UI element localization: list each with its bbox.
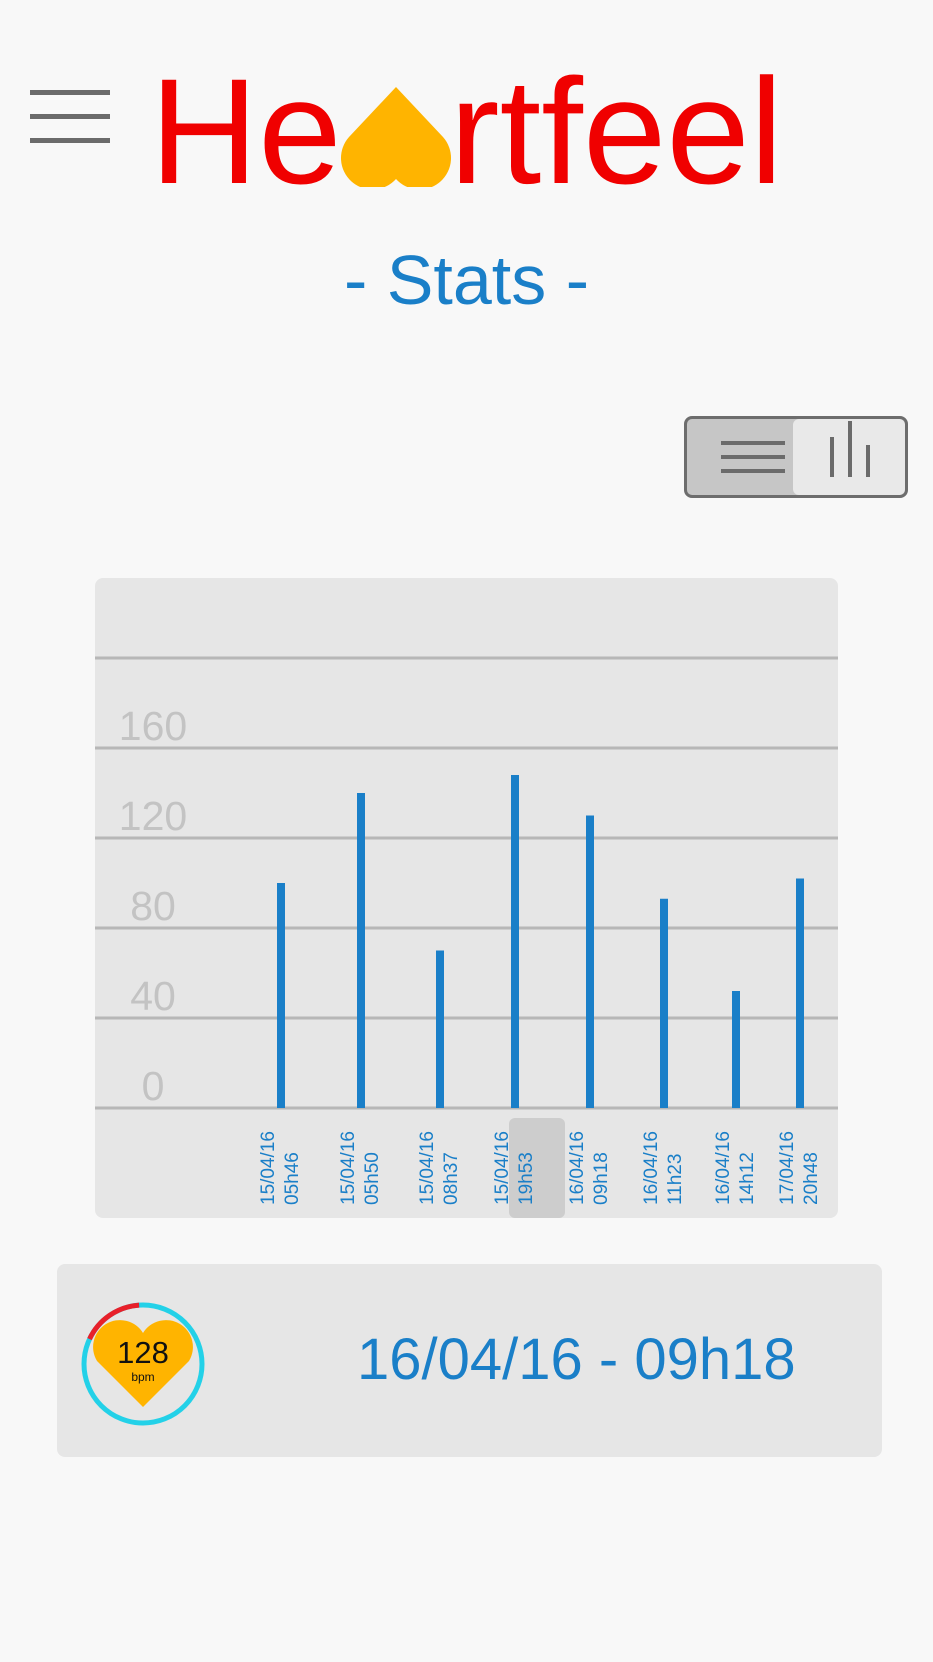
bar-chart-icon (830, 437, 834, 477)
list-icon-line (721, 455, 785, 459)
y-tick-label: 80 (130, 883, 176, 929)
x-tick-label-line: 16/04/16 (641, 1131, 662, 1205)
heart-rate-chart: 0 40 80 120 160 15/04/16 05h46 15/04/16 05h50 15/… (95, 578, 838, 1218)
chart-bar (660, 898, 668, 1108)
selected-reading-card: 128 bpm 16/04/16 - 09h18 (57, 1264, 882, 1457)
x-tick-label-line: 14h12 (737, 1152, 758, 1205)
x-tick-label: 15/04/16 08h37 (417, 1131, 462, 1205)
x-tick-label-line: 15/04/16 (417, 1131, 438, 1205)
list-icon (721, 441, 785, 445)
x-tick-label-line: 09h18 (591, 1152, 612, 1205)
reading-datetime: 16/04/16 - 09h18 (357, 1327, 796, 1392)
chart-bar (357, 793, 365, 1108)
bar-chart-icon-bar (866, 445, 870, 477)
x-tick-label-line: 15/04/16 (338, 1131, 359, 1205)
x-tick-label-line: 08h37 (441, 1152, 462, 1205)
x-tick-label: 15/04/16 05h50 (338, 1131, 383, 1205)
page-subtitle: - Stats - (343, 241, 590, 319)
x-tick-label-line: 16/04/16 (567, 1131, 588, 1205)
app-title: He rtfeel (0, 56, 933, 206)
bpm-gauge: 128 bpm (80, 1301, 206, 1427)
x-tick-label: 15/04/16 05h46 (258, 1131, 303, 1205)
app-title-end: rtfeel (449, 47, 784, 215)
bpm-unit: bpm (131, 1370, 155, 1384)
list-icon-line (721, 469, 785, 473)
y-tick-label: 40 (130, 973, 176, 1019)
x-tick-label-line: 05h50 (362, 1152, 383, 1205)
chart-bar (796, 878, 804, 1108)
x-tick-label-line: 11h23 (665, 1154, 686, 1205)
chart-bar (436, 950, 444, 1108)
chart-bar (511, 775, 519, 1108)
heart-icon (340, 87, 452, 187)
chart-bar (732, 991, 740, 1108)
x-tick-label-line: 20h48 (801, 1152, 822, 1205)
app-title-start: He (149, 47, 342, 215)
x-tick-label-line: 05h46 (282, 1152, 303, 1205)
view-toggle (684, 416, 908, 498)
chart-canvas: 0408012016015/04/16 05h46 15/04/16 05h50 15/… (95, 656, 838, 1218)
list-view-button[interactable] (687, 419, 795, 495)
x-tick-label-line: 16/04/16 (713, 1131, 734, 1205)
chart-bar (586, 815, 594, 1108)
y-tick-label: 0 (142, 1063, 165, 1109)
chart-view-button[interactable] (793, 419, 905, 495)
bar-chart-icon-bar (848, 421, 852, 477)
x-tick-label: 17/04/16 20h48 (777, 1131, 822, 1205)
x-tick-label: 16/04/16 09h18 (567, 1131, 612, 1205)
y-tick-label: 160 (119, 703, 187, 749)
x-tick-label: 16/04/16 14h12 (713, 1131, 758, 1205)
x-tick-label-line: 15/04/16 (492, 1131, 513, 1205)
x-tick-label-line: 15/04/16 (258, 1131, 279, 1205)
x-tick-label: 16/04/16 11h23 (641, 1131, 686, 1205)
y-tick-label: 120 (119, 793, 187, 839)
x-tick-label-line: 17/04/16 (777, 1131, 798, 1205)
x-tick-label-line: 19h53 (516, 1152, 537, 1205)
bpm-value: 128 (117, 1335, 169, 1370)
chart-bar (277, 883, 285, 1108)
